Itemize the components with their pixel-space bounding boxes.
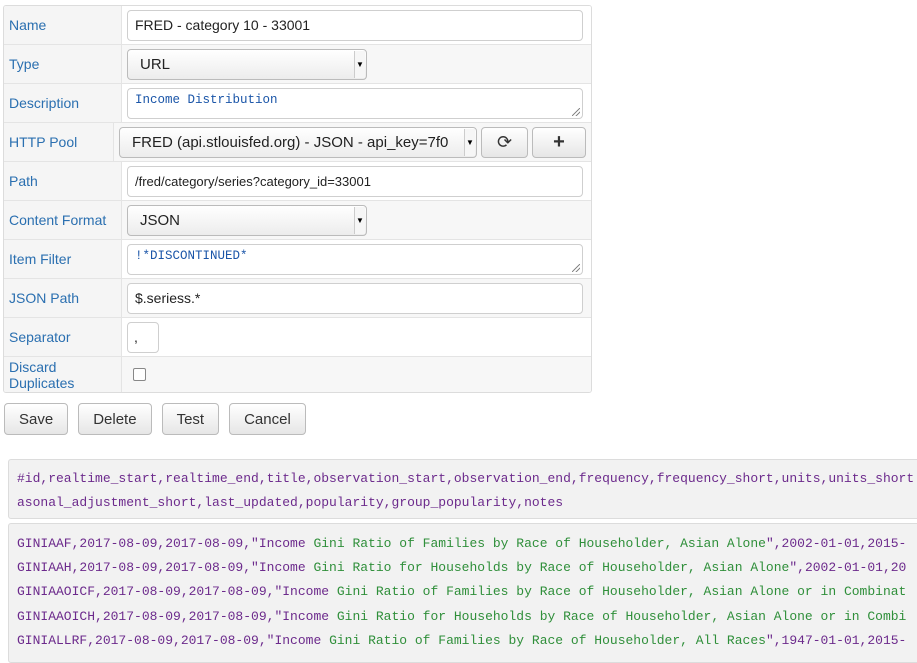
path-label: Path <box>4 162 122 200</box>
resize-grip-icon[interactable] <box>572 107 580 116</box>
row-name: Name FRED - category 10 - 33001 <box>4 6 591 44</box>
discard-duplicates-checkbox[interactable] <box>133 368 146 381</box>
delete-button[interactable]: Delete <box>78 403 152 435</box>
description-text: Income Distribution <box>135 92 278 107</box>
item-filter-label: Item Filter <box>4 240 122 278</box>
resize-grip-icon[interactable] <box>572 263 580 272</box>
item-filter-textarea[interactable]: !*DISCONTINUED* <box>127 243 583 275</box>
http-pool-label: HTTP Pool <box>4 123 114 161</box>
refresh-icon: ⟳ <box>496 131 513 152</box>
content-format-select-value: JSON <box>140 211 181 229</box>
preview-row: GINIAAH,2017-08-09,2017-08-09,"Income Gi… <box>17 560 907 576</box>
content-format-select[interactable]: JSON ▼ <box>127 204 367 236</box>
separator-label: Separator <box>4 318 122 356</box>
description-textarea[interactable]: Income Distribution <box>127 87 583 119</box>
path-input[interactable]: /fred/category/series?category_id=33001 <box>127 165 583 197</box>
preview-row: GINIALLRF,2017-08-09,2017-08-09,"Income … <box>17 632 907 648</box>
name-label: Name <box>4 6 122 44</box>
row-http-pool: HTTP Pool FRED (api.stlouisfed.org) - JS… <box>4 122 591 161</box>
row-item-filter: Item Filter !*DISCONTINUED* <box>4 239 591 278</box>
http-pool-select[interactable]: FRED (api.stlouisfed.org) - JSON - api_k… <box>119 126 477 158</box>
type-select-value: URL <box>140 55 171 73</box>
row-type: Type URL ▼ <box>4 44 591 83</box>
chevron-down-icon: ▼ <box>464 128 475 156</box>
preview-header: #id,realtime_start,realtime_end,title,ob… <box>8 459 917 519</box>
discard-duplicates-label: Discard Duplicates <box>4 357 122 392</box>
row-content-format: Content Format JSON ▼ <box>4 200 591 239</box>
item-filter-text: !*DISCONTINUED* <box>135 248 248 263</box>
description-label: Description <box>4 84 122 122</box>
preview-data: GINIAAF,2017-08-09,2017-08-09,"Income Gi… <box>8 523 917 663</box>
chevron-down-icon: ▼ <box>354 50 365 78</box>
plus-icon: + <box>553 130 565 153</box>
separator-input[interactable]: , <box>127 321 159 353</box>
http-pool-select-value: FRED (api.stlouisfed.org) - JSON - api_k… <box>132 133 449 151</box>
content-format-label: Content Format <box>4 201 122 239</box>
preview-header-line: #id,realtime_start,realtime_end,title,ob… <box>17 471 915 486</box>
save-button[interactable]: Save <box>4 403 69 435</box>
row-path: Path /fred/category/series?category_id=3… <box>4 161 591 200</box>
preview-header-line: asonal_adjustment_short,last_updated,pop… <box>17 495 564 510</box>
preview-row: GINIAAF,2017-08-09,2017-08-09,"Income Gi… <box>17 536 907 551</box>
add-pool-button[interactable]: + <box>532 126 586 158</box>
action-buttons: Save Delete Test Cancel <box>4 403 306 435</box>
row-discard-duplicates: Discard Duplicates <box>4 356 591 392</box>
row-separator: Separator , <box>4 317 591 356</box>
test-button[interactable]: Test <box>161 403 220 435</box>
cancel-button[interactable]: Cancel <box>229 403 306 435</box>
type-label: Type <box>4 45 122 83</box>
preview-row: GINIAAOICH,2017-08-09,2017-08-09,"Income… <box>17 608 907 624</box>
name-input[interactable]: FRED - category 10 - 33001 <box>127 9 583 41</box>
refresh-pool-button[interactable]: ⟳ <box>481 126 528 158</box>
type-select[interactable]: URL ▼ <box>127 48 367 80</box>
chevron-down-icon: ▼ <box>354 206 365 234</box>
json-path-label: JSON Path <box>4 279 122 317</box>
settings-form: Name FRED - category 10 - 33001 Type URL… <box>3 5 592 393</box>
preview-row: GINIAAOICF,2017-08-09,2017-08-09,"Income… <box>17 584 907 600</box>
row-json-path: JSON Path $.seriess.* <box>4 278 591 317</box>
row-description: Description Income Distribution <box>4 83 591 122</box>
json-path-input[interactable]: $.seriess.* <box>127 282 583 314</box>
